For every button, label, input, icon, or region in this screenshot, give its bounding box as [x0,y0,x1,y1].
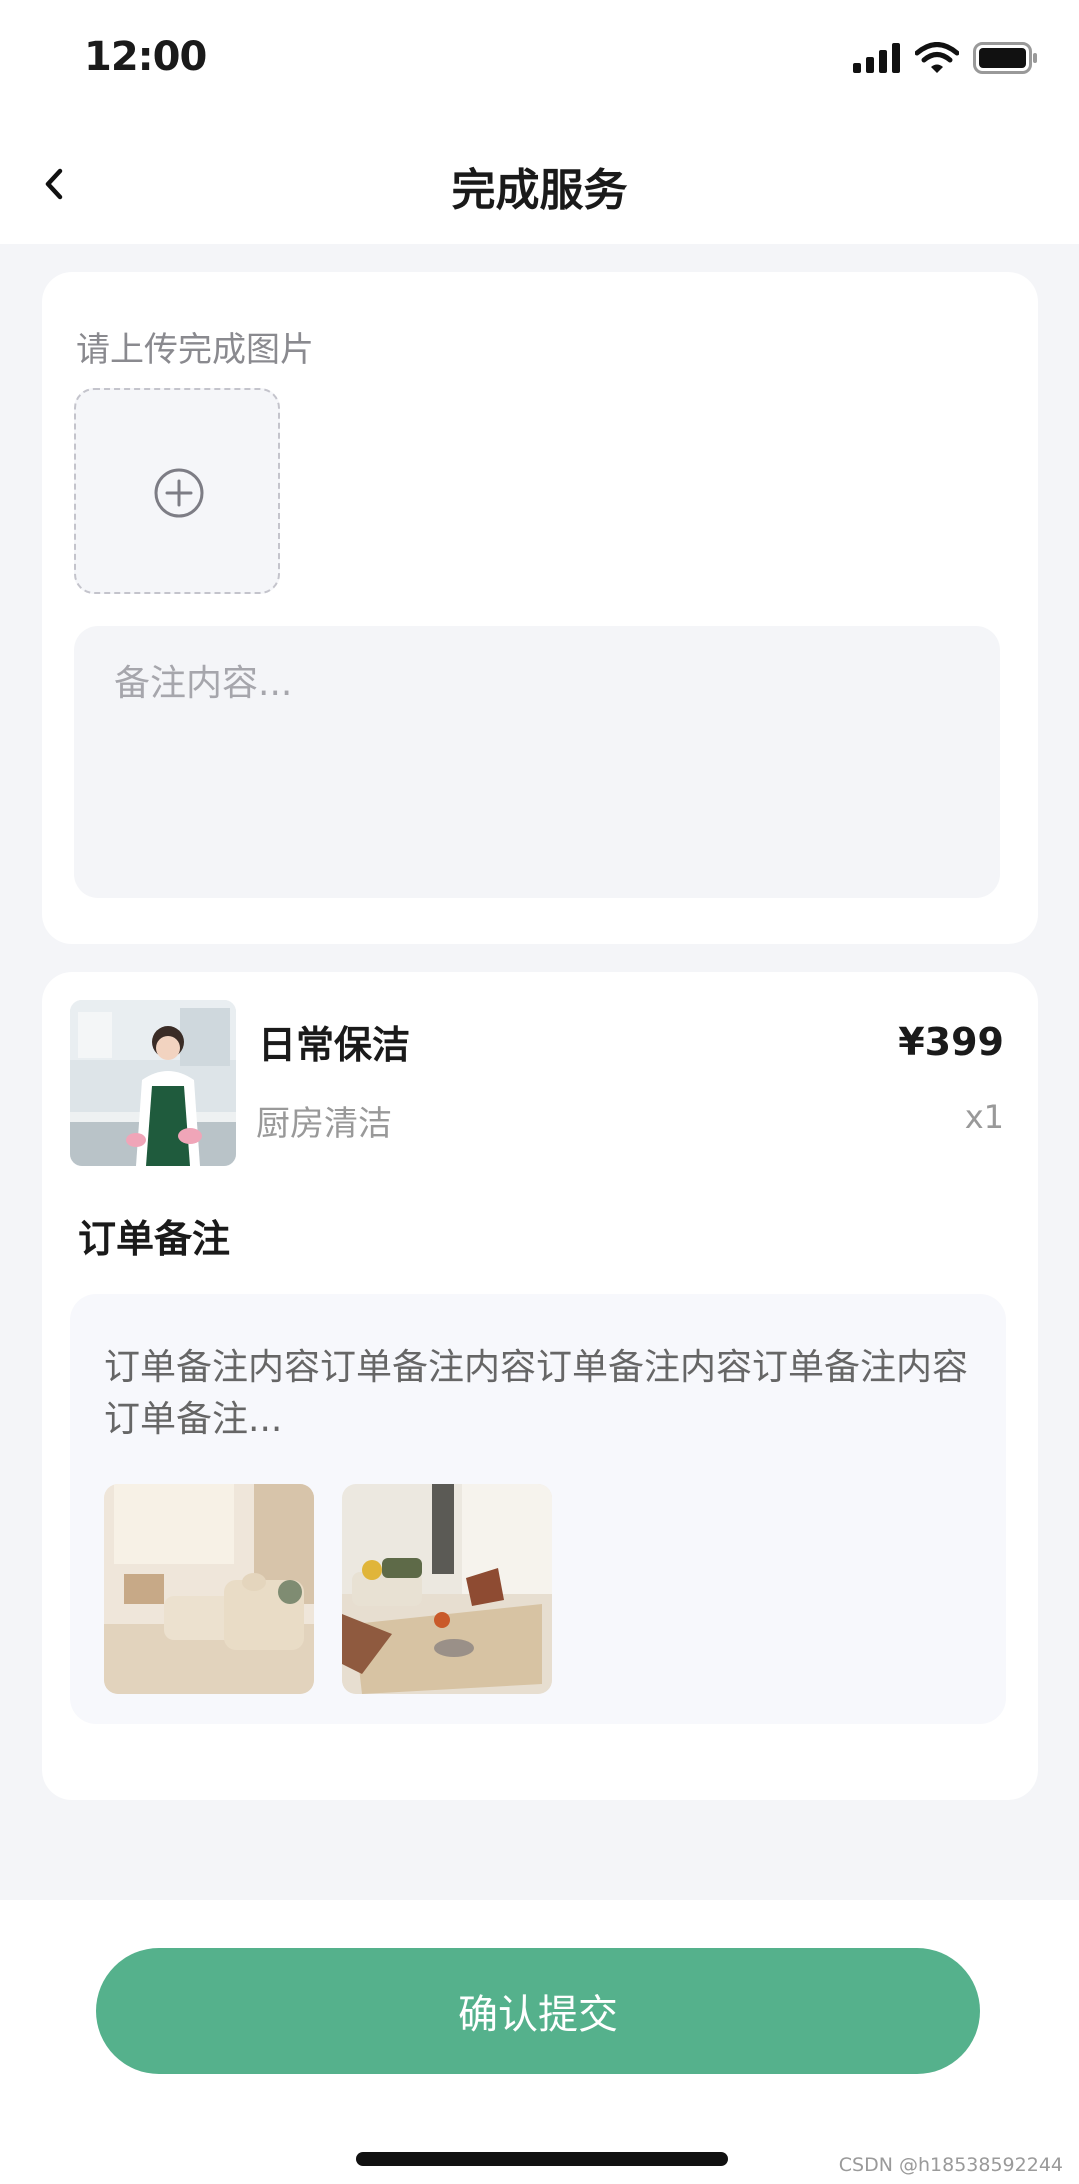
note-photo[interactable] [104,1484,314,1694]
product-subtitle: 厨房清洁 [256,1104,392,1144]
bottom-bar: 确认提交 [0,1900,1079,2184]
product-price: ¥399 [898,1020,1004,1064]
remark-input[interactable] [74,626,1000,898]
plus-circle-icon [154,468,204,518]
order-note-box: 订单备注内容订单备注内容订单备注内容订单备注内容订单备注... [70,1294,1006,1724]
order-note-text: 订单备注内容订单备注内容订单备注内容订单备注内容订单备注... [104,1347,969,1440]
submit-button[interactable]: 确认提交 [96,1948,980,2074]
order-note-title: 订单备注 [78,1217,231,1261]
watermark: CSDN @h18538592244 [838,2154,1063,2176]
product-quantity: x1 [964,1098,1004,1136]
note-photo[interactable] [342,1484,552,1694]
product-image [70,1000,236,1166]
page-title: 完成服务 [451,165,628,216]
battery-icon [973,42,1037,74]
image-upload-button[interactable] [74,388,280,594]
status-icons [853,42,1039,74]
top-bar: 12:00 完成服务 [0,0,1079,244]
home-indicator [356,2152,728,2166]
wifi-icon [915,42,959,73]
upload-label: 请上传完成图片 [76,330,314,370]
product-name: 日常保洁 [258,1023,411,1067]
status-time: 12:00 [84,34,207,80]
order-card: 日常保洁 ¥399 厨房清洁 x1 订单备注 订单备注内容订单备注内容订单备注内… [42,972,1038,1800]
signal-icon [853,43,900,73]
upload-card: 请上传完成图片 [42,272,1038,944]
